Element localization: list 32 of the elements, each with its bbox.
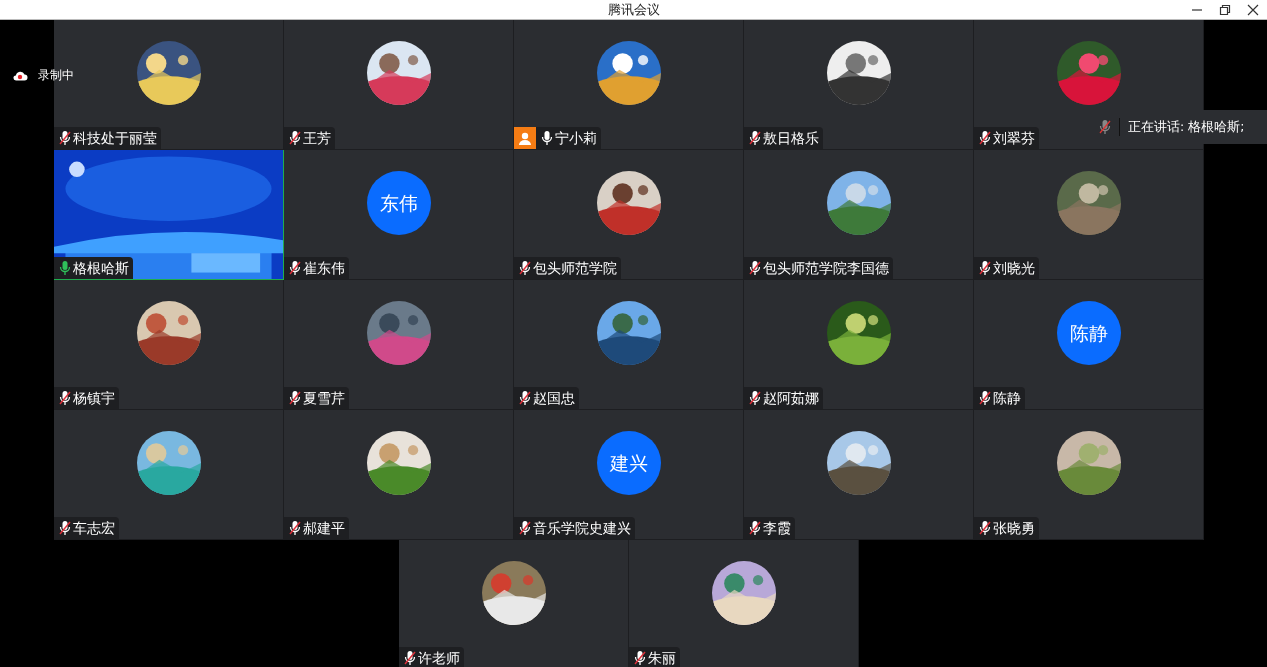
avatar: 东伟: [367, 171, 431, 235]
participant-name: 朱丽: [647, 648, 677, 667]
participant-name: 郝建平: [302, 518, 346, 538]
participant-name: 陈静: [992, 388, 1022, 408]
cloud-icon: [12, 69, 28, 81]
participant-name: 李霞: [762, 518, 792, 538]
participant-name: 夏雪芹: [302, 388, 346, 408]
close-icon[interactable]: [1247, 4, 1259, 16]
restore-icon[interactable]: [1219, 4, 1231, 16]
participant-name: 科技处于丽莹: [72, 128, 158, 148]
participant-name: 音乐学院史建兴: [532, 518, 632, 538]
participant-name: 宁小莉: [554, 128, 598, 148]
participant-name: 包头师范学院李国德: [762, 258, 890, 278]
avatar: 陈静: [1057, 301, 1121, 365]
participant-name: 崔东伟: [302, 258, 346, 278]
participant-name: 许老师: [417, 648, 461, 667]
participant-name: 刘翠芬: [992, 128, 1036, 148]
avatar: 建兴: [597, 431, 661, 495]
participant-name: 王芳: [302, 128, 332, 148]
participant-name: 杨镇宇: [72, 388, 116, 408]
mic-muted-icon: [1099, 119, 1111, 135]
participant-name: 刘晓光: [992, 258, 1036, 278]
recording-label: 录制中: [38, 67, 74, 84]
participant-name: 格根哈斯: [72, 258, 130, 278]
window-title: 腾讯会议: [607, 1, 660, 19]
participant-name: 车志宏: [72, 518, 116, 538]
participant-name: 张晓勇: [992, 518, 1036, 538]
participant-name: 赵国忠: [532, 388, 576, 408]
participant-name: 赵阿茹娜: [762, 388, 820, 408]
participant-name: 包头师范学院: [532, 258, 618, 278]
speaking-text: 正在讲话: 格根哈斯;: [1128, 117, 1245, 136]
participant-name: 敖日格乐: [762, 128, 820, 148]
